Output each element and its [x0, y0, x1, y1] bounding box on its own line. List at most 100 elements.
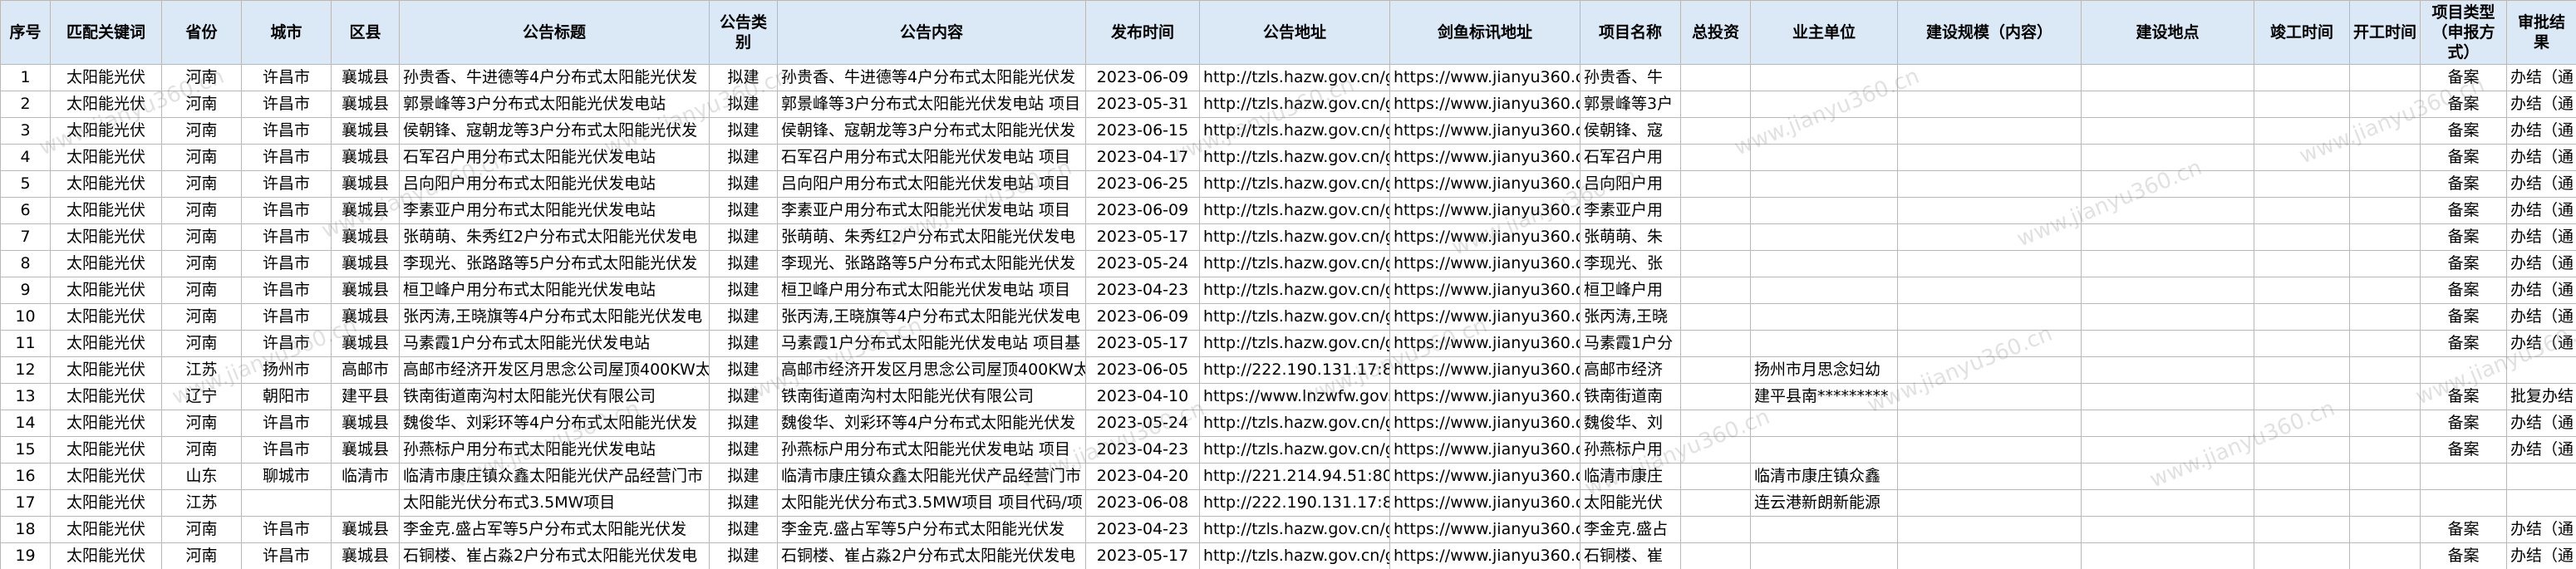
table-cell[interactable]	[1750, 197, 1898, 224]
table-cell[interactable]: http://tzls.hazw.gov.cn/gets	[1199, 197, 1390, 224]
table-cell[interactable]: 备案	[2420, 542, 2507, 569]
table-cell[interactable]: https://www.jianyu360.cn/ar	[1389, 330, 1581, 357]
table-cell[interactable]	[2081, 117, 2254, 145]
table-cell[interactable]: 太阳能光伏	[50, 170, 162, 198]
table-cell[interactable]: 石铜楼、崔占淼2户分布式太阳能光伏发电	[399, 542, 710, 569]
table-cell[interactable]: 拟建	[709, 303, 778, 331]
table-cell[interactable]: 拟建	[709, 223, 778, 251]
table-cell[interactable]	[1680, 330, 1751, 357]
table-cell[interactable]: 2023-05-17	[1085, 330, 1200, 357]
table-cell[interactable]: 备案	[2420, 144, 2507, 171]
table-cell[interactable]: 拟建	[709, 277, 778, 304]
table-cell[interactable]: https://www.jianyu360.cn/ar	[1389, 489, 1581, 517]
table-cell[interactable]: 19	[0, 542, 51, 569]
table-cell[interactable]: 2023-06-09	[1085, 64, 1200, 91]
table-cell[interactable]	[1750, 250, 1898, 277]
column-header-17[interactable]: 竣工时间	[2254, 0, 2350, 65]
table-cell[interactable]	[2254, 463, 2350, 490]
table-cell[interactable]: http://tzls.hazw.gov.cn/gets	[1199, 144, 1390, 171]
table-cell[interactable]: 太阳能光伏	[50, 463, 162, 490]
table-cell[interactable]: 高邮市经济	[1580, 356, 1681, 384]
table-cell[interactable]: 办结（通	[2506, 91, 2576, 118]
table-cell[interactable]: 太阳能光伏分布式3.5MW项目 项目代码/项	[777, 489, 1086, 517]
table-cell[interactable]: 太阳能光伏	[50, 144, 162, 171]
table-cell[interactable]	[2081, 410, 2254, 437]
table-cell[interactable]: 许昌市	[241, 64, 332, 91]
table-cell[interactable]: 桓卫峰户用	[1580, 277, 1681, 304]
table-cell[interactable]	[1680, 277, 1751, 304]
table-cell[interactable]: 2023-06-15	[1085, 117, 1200, 145]
table-cell[interactable]: 2023-05-17	[1085, 542, 1200, 569]
table-cell[interactable]: http://tzls.hazw.gov.cn/gets	[1199, 516, 1390, 543]
table-cell[interactable]: 备案	[2420, 516, 2507, 543]
table-cell[interactable]: 备案	[2420, 383, 2507, 410]
table-cell[interactable]	[2254, 170, 2350, 198]
table-cell[interactable]: http://tzls.hazw.gov.cn/gets	[1199, 330, 1390, 357]
table-cell[interactable]: 备案	[2420, 277, 2507, 304]
table-cell[interactable]: 襄城县	[331, 277, 400, 304]
table-cell[interactable]	[1680, 383, 1751, 410]
table-cell[interactable]	[1897, 223, 2082, 251]
table-cell[interactable]	[2420, 463, 2507, 490]
table-cell[interactable]	[1750, 170, 1898, 198]
table-cell[interactable]	[1897, 277, 2082, 304]
table-cell[interactable]: 太阳能光伏	[50, 330, 162, 357]
table-cell[interactable]	[2254, 64, 2350, 91]
table-cell[interactable]: http://tzls.hazw.gov.cn/gets	[1199, 436, 1390, 464]
table-cell[interactable]	[2254, 436, 2350, 464]
table-cell[interactable]: 郭景峰等3户分布式太阳能光伏发电站 项目	[777, 91, 1086, 118]
table-cell[interactable]	[1680, 489, 1751, 517]
table-cell[interactable]: 2	[0, 91, 51, 118]
table-cell[interactable]	[1680, 250, 1751, 277]
table-cell[interactable]: 河南	[161, 91, 242, 118]
table-cell[interactable]	[331, 489, 400, 517]
table-cell[interactable]	[2081, 223, 2254, 251]
table-cell[interactable]: 李金克.盛占军等5户分布式太阳能光伏发	[399, 516, 710, 543]
table-cell[interactable]: https://www.jianyu360.cn/ar	[1389, 516, 1581, 543]
table-cell[interactable]: 扬州市	[241, 356, 332, 384]
table-cell[interactable]: 备案	[2420, 117, 2507, 145]
table-cell[interactable]: 拟建	[709, 383, 778, 410]
table-cell[interactable]: 13	[0, 383, 51, 410]
table-cell[interactable]: 拟建	[709, 542, 778, 569]
table-cell[interactable]	[1680, 91, 1751, 118]
table-cell[interactable]	[2254, 516, 2350, 543]
table-cell[interactable]: 聊城市	[241, 463, 332, 490]
table-cell[interactable]: 8	[0, 250, 51, 277]
table-cell[interactable]: 太阳能光伏	[50, 303, 162, 331]
table-cell[interactable]: 建平县	[331, 383, 400, 410]
table-cell[interactable]	[1897, 170, 2082, 198]
table-cell[interactable]	[2254, 277, 2350, 304]
table-cell[interactable]: 批复办结	[2506, 383, 2576, 410]
table-cell[interactable]: 河南	[161, 516, 242, 543]
column-header-18[interactable]: 开工时间	[2349, 0, 2421, 65]
table-cell[interactable]	[2254, 489, 2350, 517]
table-cell[interactable]	[1897, 356, 2082, 384]
table-cell[interactable]	[1680, 410, 1751, 437]
table-cell[interactable]: 太阳能光伏	[50, 436, 162, 464]
table-cell[interactable]: 襄城县	[331, 144, 400, 171]
table-cell[interactable]: https://www.jianyu360.cn/ar	[1389, 410, 1581, 437]
table-cell[interactable]: 拟建	[709, 64, 778, 91]
table-cell[interactable]: 5	[0, 170, 51, 198]
table-cell[interactable]: 备案	[2420, 64, 2507, 91]
table-cell[interactable]: 马素霞1户分布式太阳能光伏发电站	[399, 330, 710, 357]
table-cell[interactable]: 办结（通	[2506, 410, 2576, 437]
table-cell[interactable]: https://www.jianyu360.cn/ar	[1389, 463, 1581, 490]
table-cell[interactable]	[2349, 356, 2421, 384]
table-cell[interactable]: 许昌市	[241, 436, 332, 464]
table-cell[interactable]: http://tzls.hazw.gov.cn/gets	[1199, 250, 1390, 277]
table-cell[interactable]: 备案	[2420, 170, 2507, 198]
table-cell[interactable]: 河南	[161, 223, 242, 251]
table-cell[interactable]: 石铜楼、崔	[1580, 542, 1681, 569]
table-cell[interactable]: https://www.jianyu360.cn/ar	[1389, 170, 1581, 198]
table-cell[interactable]: 孙贵香、牛进德等4户分布式太阳能光伏发	[399, 64, 710, 91]
table-cell[interactable]: 襄城县	[331, 117, 400, 145]
table-cell[interactable]	[1897, 91, 2082, 118]
table-cell[interactable]: 许昌市	[241, 516, 332, 543]
table-cell[interactable]: http://222.190.131.17:8075/	[1199, 356, 1390, 384]
table-cell[interactable]: http://tzls.hazw.gov.cn/gets	[1199, 303, 1390, 331]
table-cell[interactable]	[2081, 64, 2254, 91]
table-cell[interactable]: 15	[0, 436, 51, 464]
table-cell[interactable]: 李素亚户用分布式太阳能光伏发电站	[399, 197, 710, 224]
